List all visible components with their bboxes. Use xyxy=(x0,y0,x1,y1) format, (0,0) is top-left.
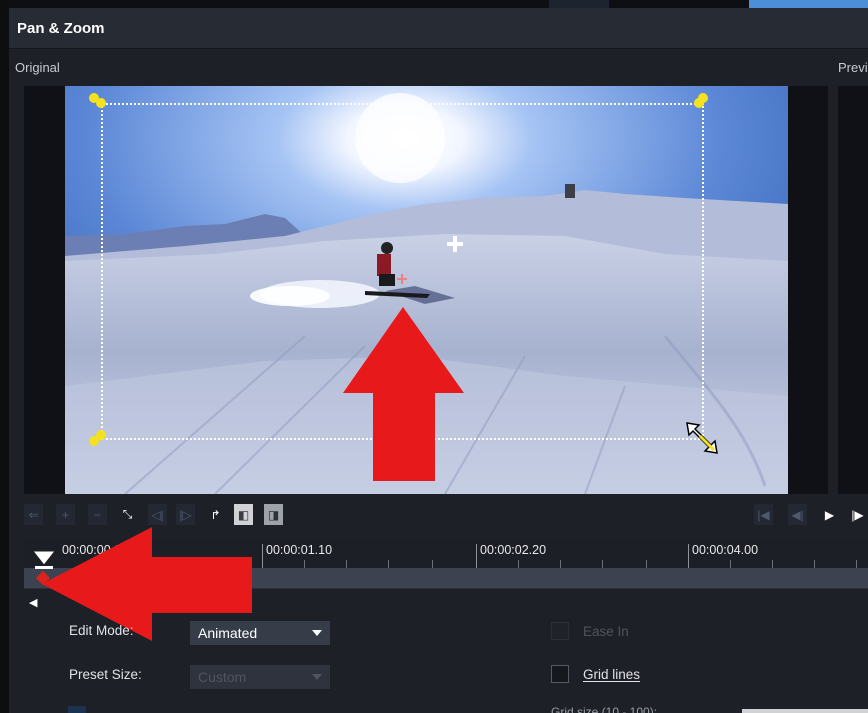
preset-size-select[interactable]: Custom xyxy=(190,665,330,689)
preset-size-label: Preset Size: xyxy=(69,667,142,682)
step-back-icon: ◀| xyxy=(791,507,804,522)
chevron-down-icon xyxy=(312,674,322,680)
next-keyframe-icon: |▷ xyxy=(179,507,192,522)
step-forward-button[interactable]: |▶ xyxy=(848,504,867,525)
prev-keyframe-icon: ◁| xyxy=(151,507,164,522)
crop-handle-bottom-left-2[interactable] xyxy=(96,430,106,440)
crop-handle-top-right-2[interactable] xyxy=(694,98,704,108)
paste-keyframe-icon: ◨ xyxy=(267,507,280,522)
title-bar: Pan & Zoom xyxy=(9,8,868,49)
annotation-arrow-up-icon xyxy=(343,307,464,481)
move-left-button[interactable]: ⇐ xyxy=(24,504,43,525)
fit-icon: ⤡ xyxy=(122,507,133,521)
play-icon: ▶ xyxy=(824,507,835,522)
resize-cursor-icon xyxy=(686,422,718,454)
window-left-border xyxy=(0,0,9,713)
preview-panel-label: Previ xyxy=(838,60,868,75)
move-left-icon: ⇐ xyxy=(28,507,39,522)
timeline-label-2: 00:00:02.20 xyxy=(480,543,547,557)
timeline-label-3: 00:00:04.00 xyxy=(692,543,759,557)
copy-keyframe-button[interactable]: ◧ xyxy=(234,504,253,525)
edit-mode-select[interactable]: Animated xyxy=(190,621,330,645)
partial-checkbox[interactable] xyxy=(68,706,86,713)
move-up-button[interactable]: + xyxy=(56,504,75,525)
original-panel-label: Original xyxy=(15,60,60,75)
fit-button[interactable]: ⤡ xyxy=(118,504,137,525)
reverse-button[interactable]: ↱ xyxy=(206,504,225,525)
top-strip xyxy=(9,0,868,8)
copy-keyframe-icon: ◧ xyxy=(237,507,250,522)
grid-lines-checkbox[interactable] xyxy=(551,665,569,683)
goto-start-icon: |◀ xyxy=(757,507,770,522)
zoom-out-button[interactable]: − xyxy=(88,504,107,525)
zoom-out-icon: − xyxy=(93,507,101,522)
next-keyframe-button[interactable]: |▷ xyxy=(176,504,195,525)
preview-panel xyxy=(838,86,868,494)
step-forward-icon: |▶ xyxy=(851,507,864,522)
preset-size-value: Custom xyxy=(198,669,247,685)
chevron-down-icon xyxy=(312,630,322,636)
prev-keyframe-button[interactable]: ◁| xyxy=(148,504,167,525)
crop-handle-top-left-2[interactable] xyxy=(96,98,106,108)
ease-in-checkbox[interactable] xyxy=(551,622,569,640)
active-tab-indicator xyxy=(749,0,868,8)
goto-start-button[interactable]: |◀ xyxy=(754,504,773,525)
edit-mode-label: Edit Mode: xyxy=(69,623,134,638)
step-back-button[interactable]: ◀| xyxy=(788,504,807,525)
edit-mode-value: Animated xyxy=(198,625,258,641)
window-title: Pan & Zoom xyxy=(17,20,105,37)
grid-size-label: Grid size (10 - 100): xyxy=(551,705,658,713)
scroll-left-icon[interactable]: ◀ xyxy=(29,596,37,609)
move-up-icon: + xyxy=(61,507,69,522)
grid-lines-label: Grid lines xyxy=(583,667,641,682)
reverse-icon: ↱ xyxy=(210,507,221,522)
grid-size-slider[interactable] xyxy=(742,709,868,713)
ease-in-label: Ease In xyxy=(583,624,629,639)
timeline-label-1: 00:00:01.10 xyxy=(266,543,333,557)
play-button[interactable]: ▶ xyxy=(820,504,839,525)
paste-keyframe-button[interactable]: ◨ xyxy=(264,504,283,525)
